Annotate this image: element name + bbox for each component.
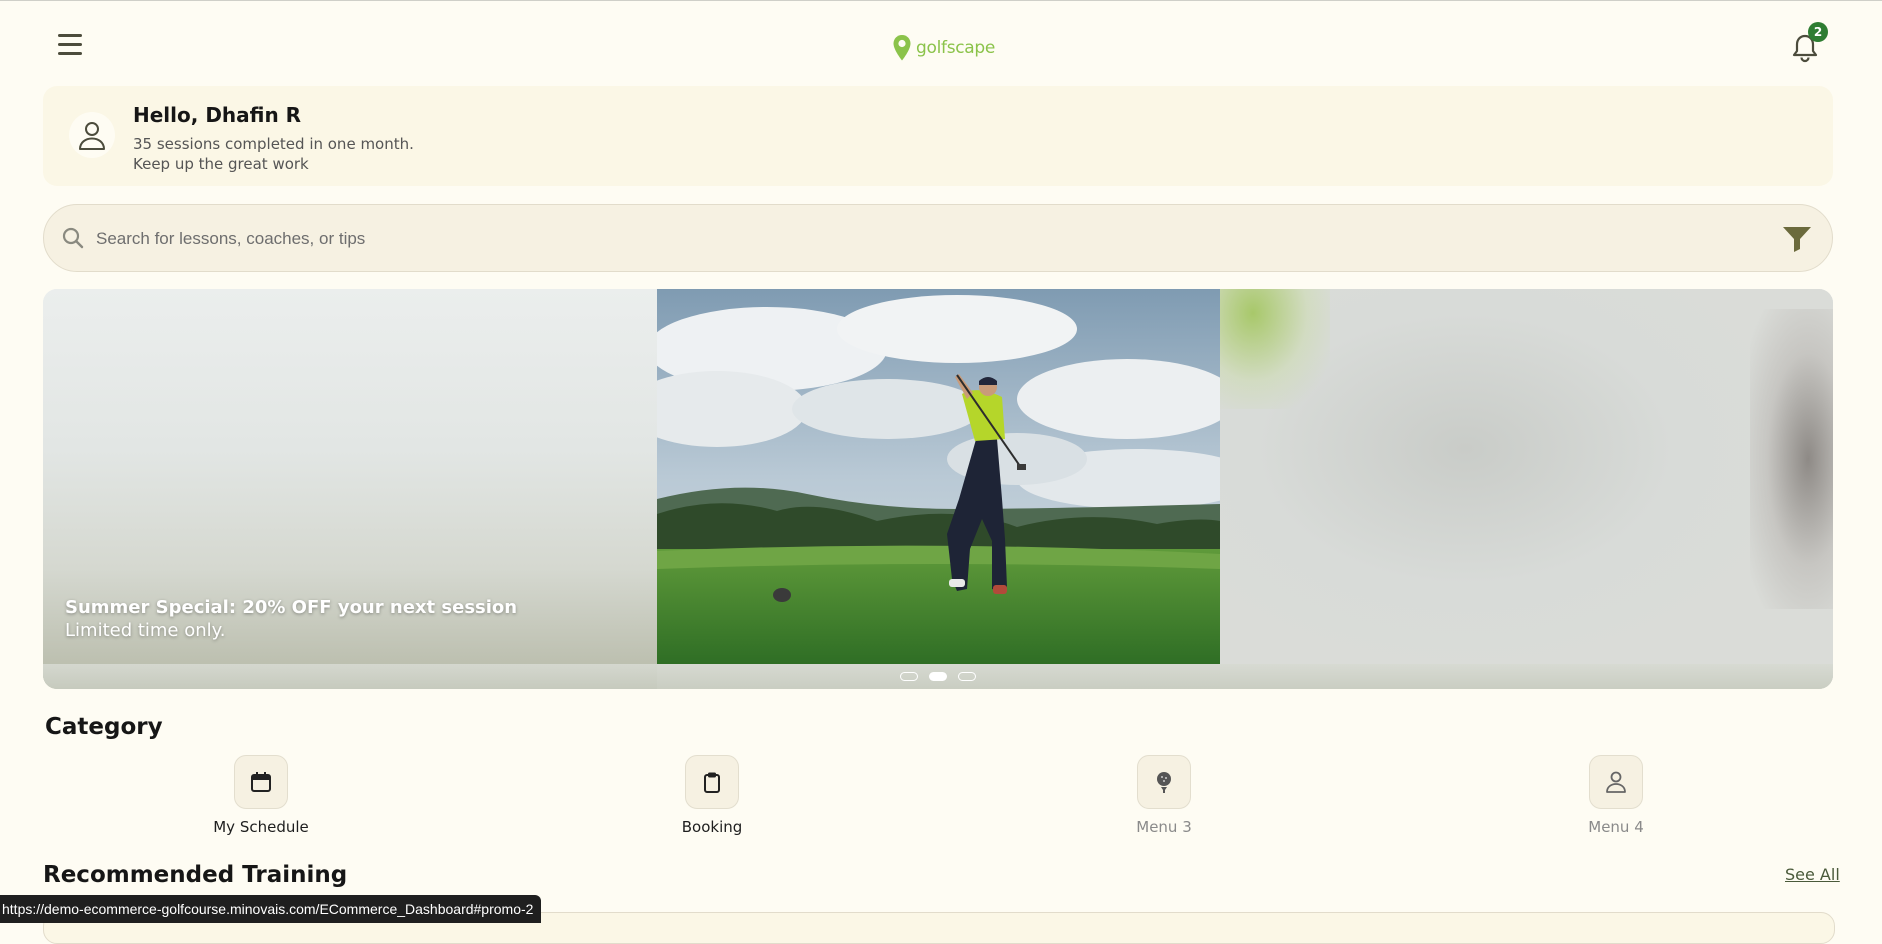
category-menu-3[interactable]: Menu 3 — [1094, 755, 1234, 836]
calendar-icon — [251, 772, 271, 792]
carousel-dot-3[interactable] — [958, 672, 976, 681]
carousel-indicators — [43, 664, 1833, 689]
see-all-link[interactable]: See All — [1785, 865, 1840, 884]
filter-icon[interactable] — [1782, 225, 1812, 253]
clipboard-icon — [704, 772, 720, 793]
location-pin-icon — [893, 35, 911, 61]
browser-status-url: https://demo-ecommerce-golfcourse.minova… — [0, 895, 542, 923]
greeting-subtitle: 35 sessions completed in one month. Keep… — [133, 134, 414, 174]
search-icon — [62, 227, 84, 249]
promo-slide-3 — [1220, 289, 1833, 689]
greeting-title: Hello, Dhafin R — [133, 103, 302, 127]
promo-slide-image[interactable] — [657, 289, 1220, 664]
carousel-dot-1[interactable] — [900, 672, 918, 681]
avatar[interactable] — [69, 112, 115, 158]
category-menu-4[interactable]: Menu 4 — [1546, 755, 1686, 836]
notification-badge: 2 — [1808, 22, 1828, 42]
promo-title: Summer Special: 20% OFF your next sessio… — [65, 597, 518, 618]
carousel-dot-2[interactable] — [929, 672, 947, 681]
greeting-card: Hello, Dhafin R 35 sessions completed in… — [43, 86, 1833, 186]
promo-subtitle: Limited time only. — [65, 620, 226, 641]
category-label: My Schedule — [213, 818, 309, 836]
recommended-training-title: Recommended Training — [43, 862, 348, 888]
golf-ball-icon — [1157, 772, 1171, 793]
app-header: golfscape 2 — [0, 0, 1882, 90]
category-title: Category — [45, 714, 163, 740]
category-my-schedule[interactable]: My Schedule — [191, 755, 331, 836]
hamburger-menu-button[interactable] — [58, 34, 84, 58]
brand-name: golfscape — [916, 38, 996, 58]
category-booking[interactable]: Booking — [642, 755, 782, 836]
category-label: Menu 4 — [1588, 818, 1644, 836]
category-label: Booking — [681, 818, 743, 836]
search-bar — [43, 204, 1833, 272]
person-icon — [1606, 771, 1626, 793]
search-input[interactable] — [94, 219, 1698, 259]
user-icon — [79, 122, 105, 150]
greeting-line-2: Keep up the great work — [133, 155, 309, 173]
category-label: Menu 3 — [1136, 818, 1192, 836]
brand-logo[interactable]: golfscape — [892, 33, 995, 63]
promo-caption: Summer Special: 20% OFF your next sessio… — [65, 597, 517, 641]
greeting-line-1: 35 sessions completed in one month. — [133, 135, 414, 153]
promo-carousel[interactable]: Summer Special: 20% OFF your next sessio… — [43, 289, 1833, 689]
golfer-photo — [657, 289, 1220, 664]
